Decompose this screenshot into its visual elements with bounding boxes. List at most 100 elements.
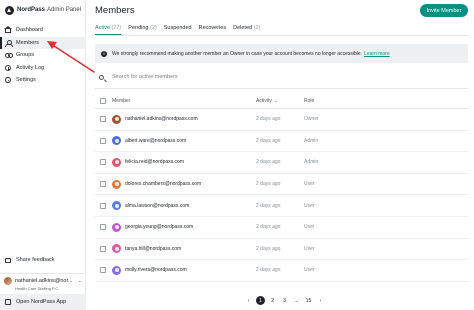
tab-label: Pending xyxy=(128,25,149,31)
prev-page-button[interactable]: ‹ xyxy=(244,296,253,305)
person-icon xyxy=(114,160,119,165)
sidebar-item-dashboard[interactable]: Dashboard xyxy=(0,24,86,37)
member-activity: 2 days ago xyxy=(256,116,281,123)
brand[interactable]: NordPass Admin Panel xyxy=(5,5,81,15)
sidebar-item-label: Groups xyxy=(16,52,35,59)
select-all-checkbox[interactable] xyxy=(100,97,106,104)
sidebar-item-members[interactable]: Members xyxy=(0,36,86,49)
avatar xyxy=(112,222,121,232)
member-email: dolores.chambers@nordpass.com xyxy=(125,181,202,188)
table-row[interactable]: dolores.chambers@nordpass.com 2 days ago U… xyxy=(95,174,468,196)
members-table: nathaniel.adkins@nordpass.com 2 days ago O… xyxy=(95,109,468,282)
member-role: User xyxy=(304,267,315,274)
table-row[interactable]: albert.ware@nordpass.com 2 days ago Admin xyxy=(95,131,468,153)
row-checkbox[interactable] xyxy=(100,245,106,252)
column-header-label: Activity xyxy=(256,97,272,104)
page-button[interactable]: 1 xyxy=(256,296,265,305)
tab-label: Active xyxy=(95,25,110,31)
sidebar-nav: Dashboard Members Groups Activity Log Se… xyxy=(0,24,86,87)
table-row[interactable]: felicia.reid@nordpass.com 2 days ago Admin xyxy=(95,152,468,174)
table-row[interactable]: georgia.young@nordpass.com 2 days ago User xyxy=(95,217,468,239)
sidebar-item-activity-log[interactable]: Activity Log xyxy=(0,62,86,75)
table-row[interactable]: nathaniel.adkins@nordpass.com 2 days ago O… xyxy=(95,109,468,131)
member-role: Admin xyxy=(304,137,319,144)
table-row[interactable]: tanya.hill@nordpass.com 2 days ago User xyxy=(95,239,468,261)
page-ellipsis: ... xyxy=(294,297,299,304)
person-icon xyxy=(114,117,119,122)
sidebar-item-settings[interactable]: Settings xyxy=(0,74,86,87)
tab-pending[interactable]: Pending (2) xyxy=(128,25,156,35)
tab-label: Recoveries xyxy=(198,25,227,31)
sidebar-item-label: Dashboard xyxy=(16,27,43,34)
row-checkbox[interactable] xyxy=(100,116,106,123)
tab-count: (2) xyxy=(150,25,157,31)
row-checkbox[interactable] xyxy=(100,137,106,144)
member-role: User xyxy=(304,245,315,252)
sidebar-item-groups[interactable]: Groups xyxy=(0,49,86,62)
row-checkbox[interactable] xyxy=(100,159,106,166)
search-input[interactable] xyxy=(112,74,312,80)
avatar xyxy=(112,157,121,167)
open-app-label: Open NordPass App xyxy=(16,299,67,305)
sidebar: NordPass Admin Panel Dashboard Members G… xyxy=(0,0,86,310)
row-checkbox[interactable] xyxy=(100,181,106,188)
open-app-button[interactable]: Open NordPass App xyxy=(0,294,86,310)
avatar xyxy=(112,179,121,189)
table-row[interactable]: alma.lawson@nordpass.com 2 days ago User xyxy=(95,195,468,217)
page-button[interactable]: 2 xyxy=(268,296,277,305)
sidebar-item-label: Members xyxy=(16,39,39,46)
tab-deleted[interactable]: Deleted (2) xyxy=(233,25,260,35)
next-page-button[interactable]: › xyxy=(316,296,325,305)
info-banner: i We strongly recommend making another m… xyxy=(95,44,468,63)
chat-icon xyxy=(5,257,11,263)
member-email: georgia.young@nordpass.com xyxy=(125,224,194,231)
tab-count: (2) xyxy=(253,25,261,31)
avatar xyxy=(4,277,12,285)
table-row[interactable]: molly.rivera@nordpass.com 2 days ago User xyxy=(95,260,468,282)
home-icon xyxy=(4,26,12,34)
chevron-down-icon: ⌄ xyxy=(77,278,82,284)
row-checkbox[interactable] xyxy=(100,224,106,231)
group-icon xyxy=(5,52,13,59)
member-email: alma.lawson@nordpass.com xyxy=(125,202,190,209)
sort-icon: ⌄ xyxy=(273,97,278,103)
member-activity: 2 days ago xyxy=(256,181,281,188)
row-checkbox[interactable] xyxy=(100,202,106,209)
banner-text: We strongly recommend making another mem… xyxy=(112,50,363,57)
column-header-activity[interactable]: Activity ⌄ xyxy=(256,98,304,104)
column-header-member: Member xyxy=(112,97,131,104)
invite-member-button[interactable]: Invite Member xyxy=(420,4,468,17)
account-switcher[interactable]: nathaniel.adkins@nor... ⌄ Health Care St… xyxy=(0,273,86,293)
member-activity: 2 days ago xyxy=(256,159,281,166)
tabs-divider xyxy=(95,35,468,36)
tab-label: Deleted xyxy=(233,25,253,31)
tab-active[interactable]: Active (27) xyxy=(95,25,122,35)
avatar xyxy=(112,244,121,254)
search-bar xyxy=(99,74,312,80)
learn-more-link[interactable]: Learn more xyxy=(364,51,390,57)
page-title: Members xyxy=(95,5,135,16)
member-activity: 2 days ago xyxy=(256,267,281,274)
tab-label: Suspended xyxy=(163,25,192,31)
sidebar-item-label: Activity Log xyxy=(16,64,45,71)
person-icon xyxy=(114,246,119,251)
row-checkbox[interactable] xyxy=(100,267,106,274)
tab-recoveries[interactable]: Recoveries xyxy=(199,25,227,35)
share-feedback-link[interactable]: Share feedback xyxy=(5,257,55,263)
member-email: albert.ware@nordpass.com xyxy=(125,137,187,144)
member-role: Admin xyxy=(304,159,319,166)
search-icon xyxy=(99,74,104,80)
member-role: Owner xyxy=(304,116,319,123)
member-role: User xyxy=(304,181,315,188)
person-icon xyxy=(114,225,119,230)
member-activity: 2 days ago xyxy=(256,224,281,231)
sidebar-item-label: Settings xyxy=(16,77,36,84)
member-email: molly.rivera@nordpass.com xyxy=(125,267,187,274)
tab-suspended[interactable]: Suspended xyxy=(164,25,192,35)
brand-subtitle: Admin Panel xyxy=(47,7,82,13)
avatar xyxy=(112,201,121,211)
page-button[interactable]: 3 xyxy=(280,296,289,305)
activity-icon xyxy=(5,64,11,71)
page-button[interactable]: 15 xyxy=(304,296,313,305)
avatar xyxy=(112,114,121,124)
